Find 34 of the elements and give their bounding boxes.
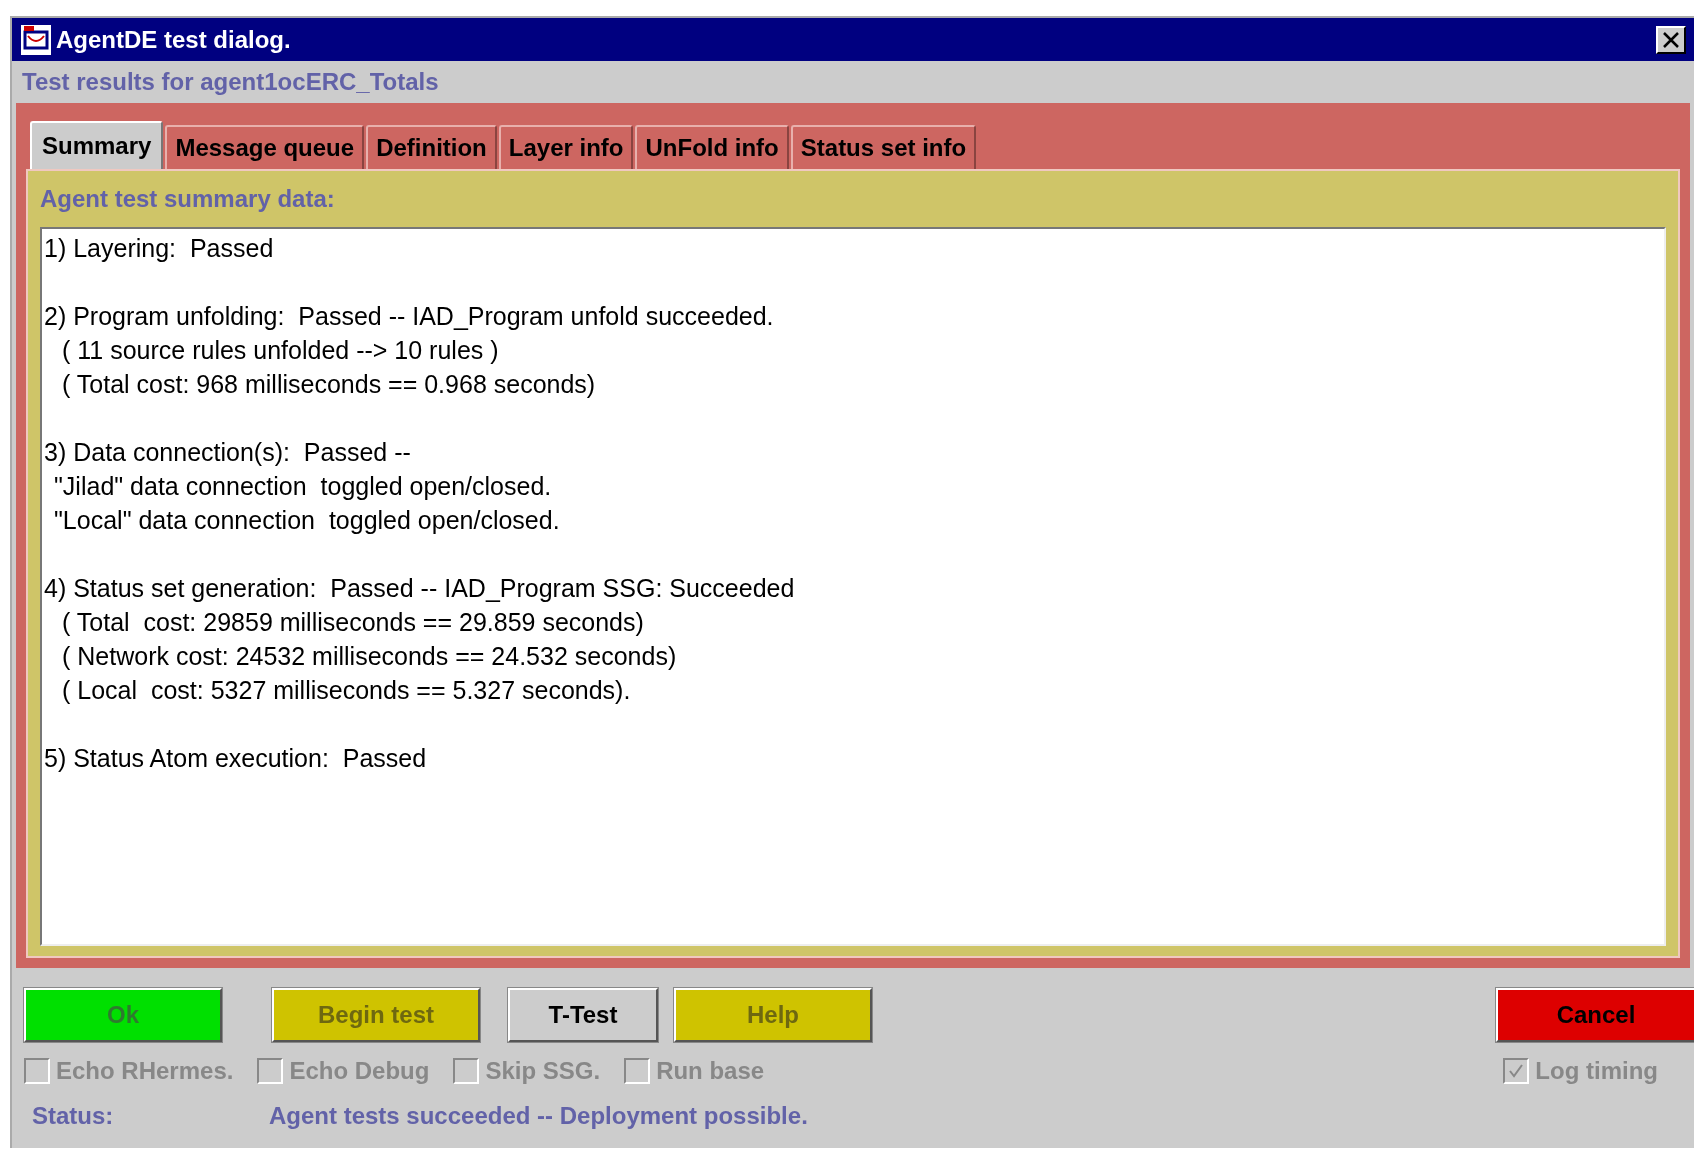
summary-line: ( Total cost: 29859 milliseconds == 29.859 seconds) — [62, 608, 644, 636]
checkbox-label: Skip SSG. — [485, 1056, 601, 1086]
tab[interactable]: Status set info — [790, 125, 977, 169]
status-message: Agent tests succeeded -- Deployment possible. — [269, 1101, 808, 1131]
app-icon — [20, 23, 52, 56]
tab[interactable]: Message queue — [165, 125, 365, 169]
summary-line: 2) Program unfolding: Passed -- IAD_Program unfold succeeded. — [44, 302, 774, 330]
summary-line: 3) Data connection(s): Passed -- — [44, 438, 411, 466]
close-button[interactable] — [1656, 25, 1686, 54]
tab[interactable]: Layer info — [498, 125, 634, 169]
summary-line: 1) Layering: Passed — [44, 234, 274, 262]
panel-title: Agent test summary data: — [40, 184, 335, 214]
tab[interactable]: UnFold info — [635, 125, 789, 169]
check-icon — [1507, 1062, 1526, 1080]
summary-line: ( 11 source rules unfolded --> 10 rules ) — [62, 336, 499, 364]
status-label: Status: — [31, 1101, 115, 1131]
summary-line: "Jilad" data connection toggled open/closed. — [54, 472, 552, 500]
summary-line: ( Total cost: 968 milliseconds == 0.968 seconds) — [62, 370, 596, 398]
summary-line: 4) Status set generation: Passed -- IAD_Program SSG: Succeeded — [44, 574, 795, 602]
checkbox-label: Echo Debug — [289, 1056, 430, 1086]
close-icon — [1662, 31, 1680, 48]
summary-line: ( Local cost: 5327 milliseconds == 5.327 seconds). — [62, 676, 631, 704]
window-title: AgentDE test dialog. — [56, 24, 291, 55]
dialog-button[interactable]: T-Test — [508, 988, 658, 1042]
tab[interactable]: Definition — [366, 125, 497, 169]
summary-line: ( Network cost: 24532 milliseconds == 24.532 seconds) — [62, 642, 677, 670]
dialog-button[interactable]: Cancel — [1496, 988, 1694, 1042]
subtitle: Test results for agent1ocERC_Totals — [22, 67, 439, 97]
checkbox-label: Run base — [656, 1056, 765, 1086]
summary-line: 5) Status Atom execution: Passed — [44, 744, 427, 772]
checkbox-label: Echo RHermes. — [56, 1056, 234, 1086]
checkbox-label: Log timing — [1535, 1056, 1658, 1086]
summary-line: "Local" data connection toggled open/closed. — [54, 506, 560, 534]
tab[interactable]: Summary — [30, 121, 164, 169]
